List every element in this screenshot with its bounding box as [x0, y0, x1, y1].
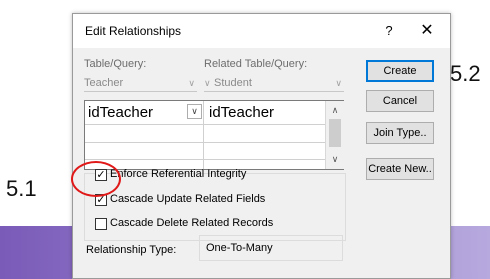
cascade-delete-label: Cascade Delete Related Records — [110, 217, 274, 229]
relationship-type-label: Relationship Type: — [86, 244, 177, 256]
dialog-title: Edit Relationships — [85, 24, 182, 38]
grid-divider — [85, 159, 325, 160]
scroll-up-icon[interactable]: ∧ — [326, 102, 344, 118]
grid-divider — [85, 142, 325, 143]
callout-label-right: 5.2 — [450, 61, 481, 86]
highlight-circle — [71, 161, 121, 197]
edit-relationships-dialog: Edit Relationships ? ✕ Table/Query: Rela… — [72, 13, 451, 279]
table-select-value: Teacher — [84, 77, 124, 89]
related-table-select-value: Student — [214, 77, 252, 89]
chevron-down-icon: ∨ — [188, 78, 195, 88]
close-button[interactable]: ✕ — [416, 20, 438, 42]
cascade-delete-checkbox[interactable] — [95, 218, 107, 230]
callout-label-left: 5.1 — [6, 176, 37, 201]
chevron-down-icon: ∨ — [335, 78, 342, 88]
cancel-button[interactable]: Cancel — [366, 90, 434, 112]
enforce-integrity-label: Enforce Referential Integrity — [110, 168, 247, 180]
related-table-select[interactable]: ∨ Student ∨ — [204, 74, 344, 92]
relationship-type-value: One-To-Many — [199, 235, 343, 261]
related-table-label: Related Table/Query: — [204, 58, 308, 70]
scroll-thumb[interactable] — [329, 119, 341, 147]
grid-divider — [85, 124, 325, 125]
referential-integrity-group — [84, 173, 346, 241]
create-button[interactable]: Create — [366, 60, 434, 82]
help-button[interactable]: ? — [379, 21, 399, 41]
table-select[interactable]: Teacher ∨ — [84, 74, 197, 92]
grid-scrollbar[interactable]: ∧ ∨ — [325, 101, 344, 169]
chevron-down-icon: ∨ — [204, 78, 211, 88]
grid-cell-primary-field[interactable]: idTeacher — [88, 104, 153, 121]
join-type-button[interactable]: Join Type.. — [366, 122, 434, 144]
create-new-button[interactable]: Create New.. — [366, 158, 434, 180]
field-mapping-grid: idTeacher ∨ idTeacher ∧ ∨ — [84, 100, 344, 170]
cascade-update-label: Cascade Update Related Fields — [110, 193, 266, 205]
scroll-down-icon[interactable]: ∨ — [326, 151, 344, 167]
table-query-label: Table/Query: — [84, 58, 147, 70]
dialog-titlebar: Edit Relationships ? ✕ — [73, 14, 450, 48]
chevron-down-icon[interactable]: ∨ — [187, 104, 202, 119]
grid-cell-related-field[interactable]: idTeacher — [209, 104, 274, 121]
